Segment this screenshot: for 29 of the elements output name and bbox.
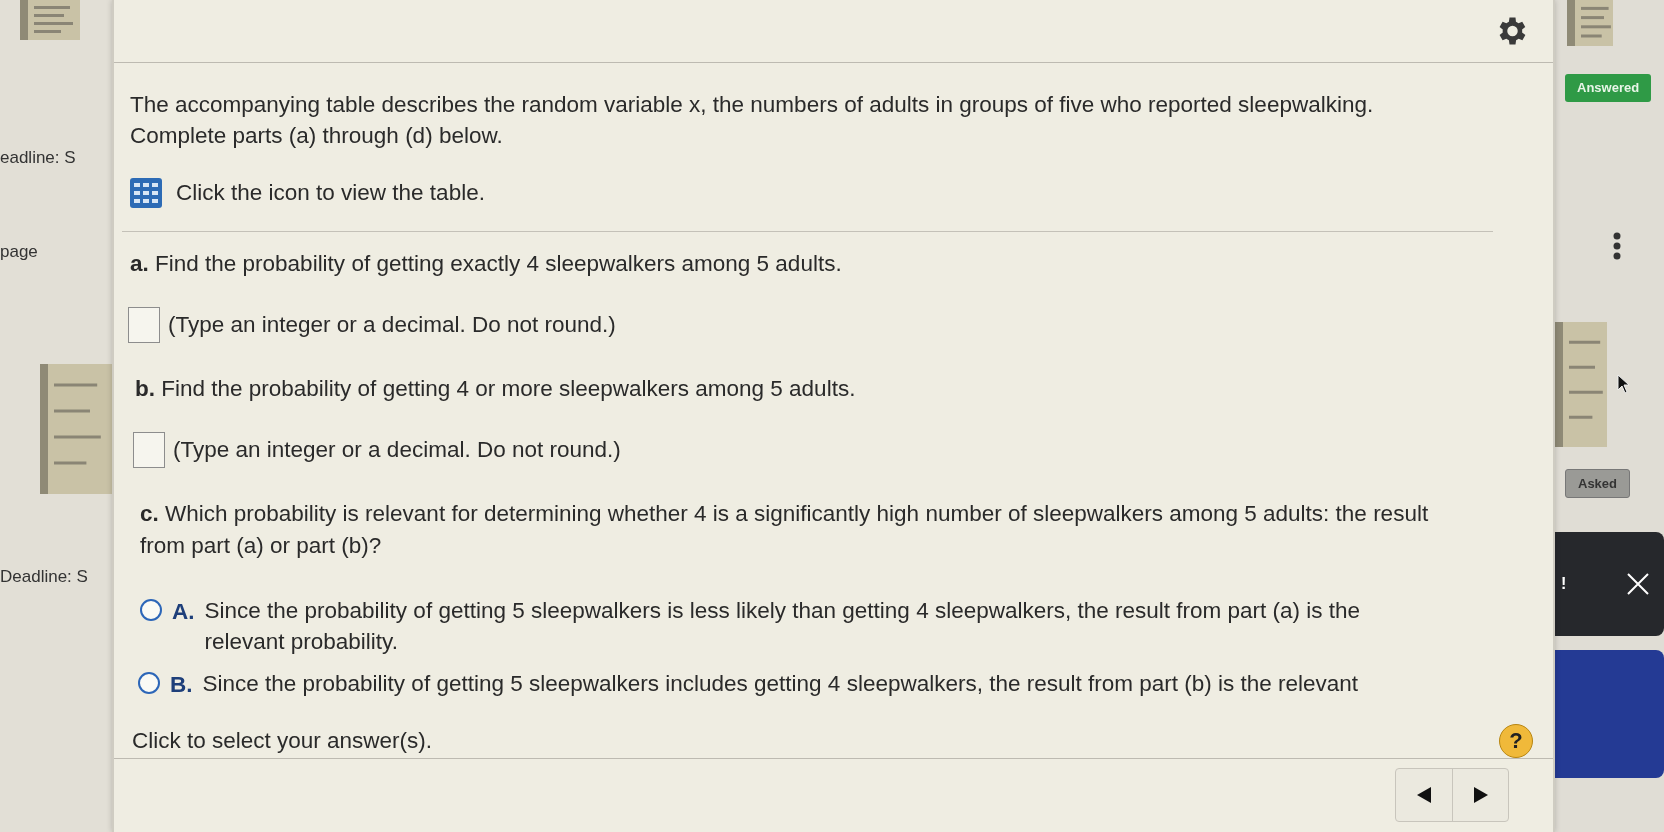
status-badge: Asked — [1565, 468, 1631, 498]
cursor-icon — [1617, 374, 1631, 394]
radio-button[interactable] — [140, 598, 162, 621]
sidebar-label: Deadline: S — [0, 566, 89, 588]
left-triangle-icon — [1415, 785, 1433, 806]
sidebar-label: page — [0, 240, 39, 263]
instruction-text: Click to select your answer(s). — [132, 726, 433, 755]
right-triangle-icon — [1471, 785, 1490, 806]
sidebar-label: eadline: S — [0, 147, 77, 169]
answer-box[interactable] — [128, 307, 160, 343]
question-text: b. Find the probability of getting 4 or more sleepwalkers among 5 adults. — [135, 375, 857, 403]
question-text: The accompanying table describes the random variable x, the numbers of adults in groups of five who reported sleepwalking. Complete parts (a) through (d) below. — [130, 90, 1375, 151]
more-icon[interactable] — [1613, 231, 1621, 260]
status-badge: Answered — [1565, 74, 1652, 102]
option-letter: B. — [170, 670, 193, 699]
answer-box[interactable] — [133, 431, 165, 468]
radio-button[interactable] — [138, 671, 160, 694]
option-letter: A. — [172, 597, 195, 626]
table-link-text: Click the icon to view the table. — [176, 178, 485, 207]
question-text: a. Find the probability of getting exactly 4 sleepwalkers among 5 adults. — [130, 250, 843, 279]
option-text: Since the probability of getting 5 sleepwalkers includes getting 4 sleepwalkers, the result from part (b) is the relevant — [202, 669, 1359, 698]
close-icon[interactable] — [1626, 572, 1650, 596]
option-text: Since the probability of getting 5 sleepwalkers is less likely than getting 4 sleepwalkers, the result from part (a) is the relevant probability. — [204, 596, 1361, 657]
help-button[interactable]: ? — [1499, 723, 1533, 758]
table-icon[interactable] — [130, 177, 162, 208]
alert-text: ! — [1561, 574, 1567, 594]
hint-text: (Type an integer or a decimal. Do not round.) — [168, 311, 616, 340]
hint-text: (Type an integer or a decimal. Do not round.) — [173, 435, 621, 464]
question-text: c. Which probability is relevant for determining whether 4 is a significantly high number of sleepwalkers among 5 adults: the result from part (a) or part (b)? — [140, 499, 1430, 561]
